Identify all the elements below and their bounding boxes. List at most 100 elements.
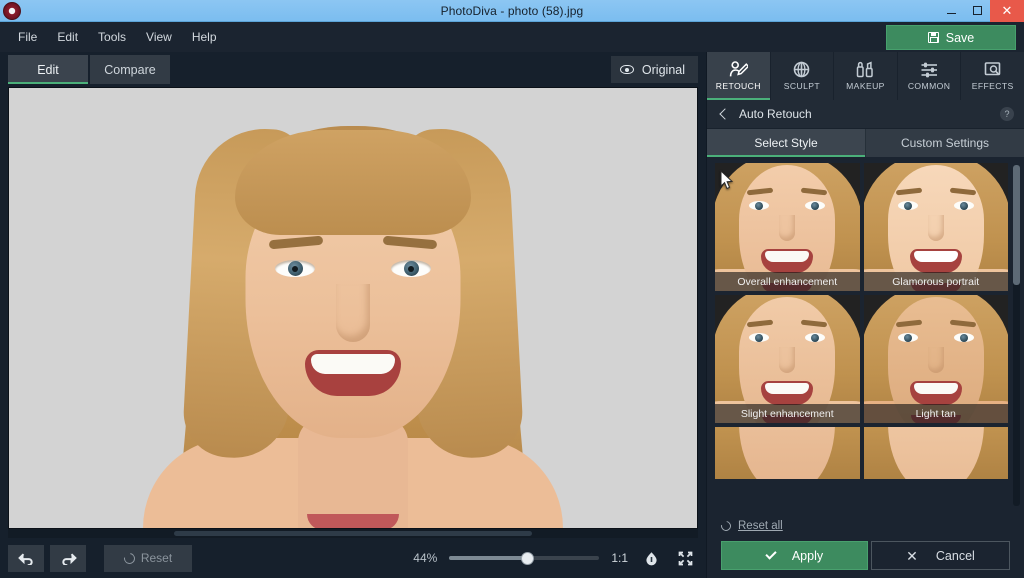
tab-compare[interactable]: Compare bbox=[90, 55, 170, 84]
styles-scroll-area: Overall enhancement Glamorous portrait S… bbox=[707, 157, 1024, 512]
menu-item-view[interactable]: View bbox=[136, 26, 182, 48]
original-label: Original bbox=[641, 62, 685, 77]
editor-area: Edit Compare Original Reset 44% 1:1 bbox=[0, 52, 706, 578]
original-toggle-button[interactable]: Original bbox=[610, 56, 698, 83]
style-thumbnail[interactable]: Slight enhancement bbox=[715, 295, 860, 423]
image-canvas[interactable] bbox=[8, 87, 698, 529]
portrait-photo bbox=[9, 88, 697, 528]
tab-custom-settings[interactable]: Custom Settings bbox=[865, 129, 1024, 157]
menu-item-tools[interactable]: Tools bbox=[88, 26, 136, 48]
canvas-horizontal-scrollbar[interactable] bbox=[8, 529, 698, 538]
style-thumbnail[interactable]: Glamorous portrait bbox=[863, 163, 1008, 291]
tab-retouch-label: RETOUCH bbox=[715, 81, 761, 91]
style-label: Slight enhancement bbox=[715, 404, 860, 423]
close-button[interactable]: ✕ bbox=[990, 0, 1024, 22]
check-icon bbox=[765, 548, 777, 560]
save-button[interactable]: Save bbox=[886, 25, 1016, 50]
apply-button-label: Apply bbox=[791, 548, 824, 563]
photo-lower-lip bbox=[307, 514, 399, 528]
photo-eye-left bbox=[275, 260, 315, 277]
redo-button[interactable] bbox=[50, 544, 86, 572]
photo-fringe bbox=[235, 130, 471, 235]
photo-nose bbox=[336, 284, 370, 342]
fit-to-screen-icon[interactable] bbox=[674, 547, 696, 569]
main-body: Edit Compare Original Reset 44% 1:1 RETO… bbox=[0, 52, 1024, 578]
effects-frame-icon bbox=[984, 61, 1001, 78]
section-header: Auto Retouch ? bbox=[707, 100, 1024, 129]
tab-select-style[interactable]: Select Style bbox=[707, 129, 865, 157]
style-thumbnail[interactable]: Overall enhancement bbox=[715, 163, 860, 291]
zoom-slider[interactable] bbox=[449, 550, 600, 566]
photo-eye-right bbox=[391, 260, 431, 277]
right-panel: RETOUCH SCULPT MAKEUP COMMON EFFECTS Aut… bbox=[706, 52, 1024, 578]
bottom-toolbar: Reset 44% 1:1 bbox=[0, 538, 706, 578]
styles-grid: Overall enhancement Glamorous portrait S… bbox=[707, 163, 1024, 479]
tab-retouch[interactable]: RETOUCH bbox=[707, 52, 771, 100]
section-title: Auto Retouch bbox=[739, 107, 812, 121]
cancel-button-label: Cancel bbox=[935, 548, 975, 563]
tab-makeup-label: MAKEUP bbox=[846, 81, 885, 91]
style-thumbnail[interactable] bbox=[863, 427, 1008, 479]
zoom-slider-fill bbox=[449, 556, 528, 560]
title-bar: PhotoDiva - photo (58).jpg ✕ bbox=[0, 0, 1024, 22]
retouch-person-icon bbox=[729, 61, 748, 78]
tab-effects[interactable]: EFFECTS bbox=[961, 52, 1024, 100]
menu-bar: File Edit Tools View Help Save bbox=[0, 22, 1024, 52]
sculpt-globe-icon bbox=[793, 61, 810, 78]
style-label: Light tan bbox=[863, 404, 1008, 423]
tab-sculpt[interactable]: SCULPT bbox=[771, 52, 835, 100]
styles-scrollbar-thumb[interactable] bbox=[1013, 165, 1020, 285]
tab-edit[interactable]: Edit bbox=[8, 55, 88, 84]
tab-makeup[interactable]: MAKEUP bbox=[834, 52, 898, 100]
menu-item-help[interactable]: Help bbox=[182, 26, 227, 48]
mode-bar: Edit Compare Original bbox=[0, 52, 706, 87]
sub-tabs: Select Style Custom Settings bbox=[707, 129, 1024, 157]
zoom-controls: 44% 1:1 bbox=[407, 547, 696, 569]
style-label: Glamorous portrait bbox=[863, 272, 1008, 291]
fit-shape-icon[interactable] bbox=[640, 547, 662, 569]
help-question-icon[interactable]: ? bbox=[1000, 107, 1014, 121]
action-buttons: Apply ✕ Cancel bbox=[707, 541, 1024, 570]
style-thumbnail-image bbox=[863, 427, 1008, 479]
zoom-percent-label: 44% bbox=[413, 551, 438, 565]
canvas-wrapper bbox=[8, 87, 698, 538]
window-controls: ✕ bbox=[938, 0, 1024, 22]
zoom-ratio-button[interactable]: 1:1 bbox=[611, 551, 628, 565]
close-x-icon: ✕ bbox=[906, 547, 918, 564]
category-tabs: RETOUCH SCULPT MAKEUP COMMON EFFECTS bbox=[707, 52, 1024, 100]
eye-icon bbox=[619, 65, 634, 74]
floppy-disk-icon bbox=[927, 32, 939, 43]
reset-circle-arrow-icon bbox=[719, 519, 733, 533]
menu-item-edit[interactable]: Edit bbox=[47, 26, 88, 48]
tab-sculpt-label: SCULPT bbox=[783, 81, 821, 91]
window-title: PhotoDiva - photo (58).jpg bbox=[440, 3, 584, 18]
tab-common[interactable]: COMMON bbox=[898, 52, 962, 100]
photo-mouth bbox=[305, 350, 401, 396]
reset-all-label: Reset all bbox=[738, 520, 783, 532]
style-thumbnail-image bbox=[715, 427, 860, 479]
reset-button[interactable]: Reset bbox=[104, 544, 192, 572]
canvas-horizontal-scroll-thumb[interactable] bbox=[173, 531, 533, 536]
reset-button-label: Reset bbox=[140, 551, 173, 565]
save-button-label: Save bbox=[945, 30, 975, 45]
common-sliders-icon bbox=[920, 61, 939, 78]
styles-scrollbar[interactable] bbox=[1013, 165, 1020, 506]
minimize-button[interactable] bbox=[938, 0, 964, 22]
panel-footer: Reset all Apply ✕ Cancel bbox=[707, 512, 1024, 578]
cancel-button[interactable]: ✕ Cancel bbox=[870, 541, 1010, 570]
menu-item-file[interactable]: File bbox=[8, 26, 47, 48]
maximize-button[interactable] bbox=[964, 0, 990, 22]
reset-all-link[interactable]: Reset all bbox=[707, 518, 1024, 541]
style-thumbnail[interactable] bbox=[715, 427, 860, 479]
style-thumbnail[interactable]: Light tan bbox=[863, 295, 1008, 423]
apply-button[interactable]: Apply bbox=[721, 541, 868, 570]
photodiva-logo-icon bbox=[3, 1, 21, 20]
reset-circle-arrow-icon bbox=[121, 550, 137, 566]
undo-button[interactable] bbox=[8, 544, 44, 572]
tab-effects-label: EFFECTS bbox=[971, 81, 1014, 91]
photodiva-window: PhotoDiva - photo (58).jpg ✕ File Edit T… bbox=[0, 0, 1024, 578]
makeup-lipstick-icon bbox=[856, 61, 875, 78]
zoom-slider-knob[interactable] bbox=[521, 551, 535, 565]
back-chevron-icon[interactable] bbox=[719, 108, 731, 120]
style-label: Overall enhancement bbox=[715, 272, 860, 291]
